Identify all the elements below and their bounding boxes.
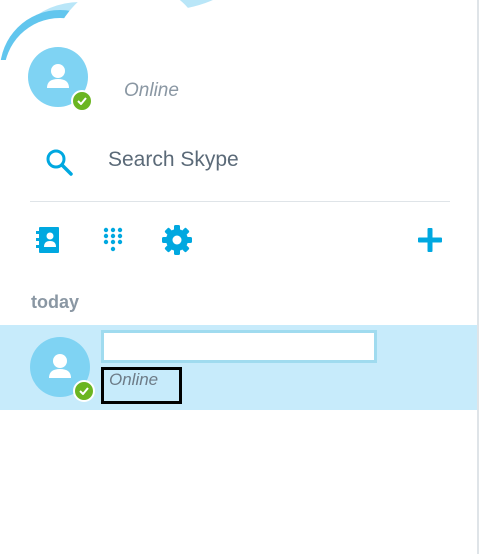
search-label: Search Skype <box>108 148 239 171</box>
search-box[interactable]: Search Skype <box>30 138 450 184</box>
contact-status: Online <box>101 367 182 404</box>
profile-status[interactable]: Online <box>124 80 179 102</box>
dialpad-icon <box>103 227 123 252</box>
contacts-icon <box>36 227 59 253</box>
contact-name <box>101 330 377 363</box>
presence-online-icon <box>73 380 95 402</box>
plus-icon <box>418 228 442 252</box>
search-icon <box>46 149 73 176</box>
contacts-button[interactable] <box>33 224 65 256</box>
presence-online-icon <box>71 90 93 112</box>
section-label-today: today <box>31 292 80 312</box>
dialpad-button[interactable] <box>97 224 129 256</box>
add-button[interactable] <box>414 224 446 256</box>
recent-conversation-item[interactable]: Online <box>0 325 477 410</box>
divider <box>30 201 450 202</box>
settings-button[interactable] <box>161 224 193 256</box>
gear-icon <box>162 225 192 255</box>
